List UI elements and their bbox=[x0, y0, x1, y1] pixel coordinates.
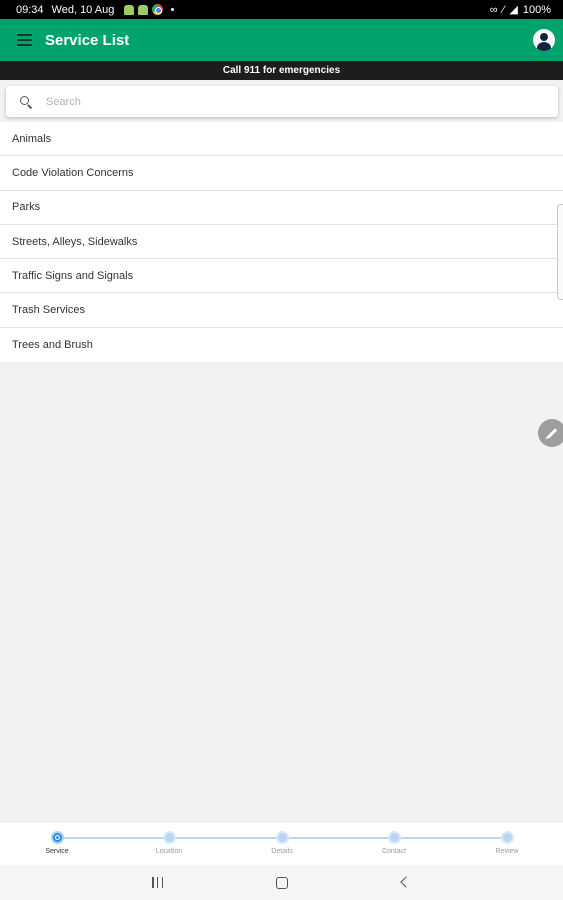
back-icon[interactable] bbox=[400, 876, 412, 888]
page-title: Service List bbox=[45, 31, 130, 49]
step-dot bbox=[387, 831, 401, 844]
app-bar: Service List bbox=[0, 19, 563, 61]
progress-stepper: Service Location Details Contact Review bbox=[0, 821, 563, 865]
step-label: Location bbox=[155, 848, 183, 855]
status-date: Wed, 10 Aug bbox=[51, 3, 115, 16]
system-nav-bar bbox=[0, 865, 563, 900]
step-label: Service bbox=[45, 848, 69, 855]
step-location[interactable]: Location bbox=[129, 831, 209, 855]
account-icon[interactable] bbox=[533, 29, 555, 51]
list-item-parks[interactable]: Parks bbox=[0, 191, 563, 225]
service-list: Animals Code Violation Concerns Parks St… bbox=[0, 122, 563, 363]
home-icon[interactable] bbox=[276, 877, 288, 889]
pencil-icon bbox=[546, 427, 558, 439]
edge-panel-handle[interactable] bbox=[557, 204, 563, 300]
chrome-notification-icon bbox=[152, 4, 164, 15]
status-time: 09:34 bbox=[16, 3, 44, 16]
step-contact[interactable]: Contact bbox=[354, 831, 434, 855]
list-item-traffic-signs-and-signals[interactable]: Traffic Signs and Signals bbox=[0, 259, 563, 294]
list-item-trash-services[interactable]: Trash Services bbox=[0, 293, 563, 328]
step-label: Details bbox=[271, 848, 293, 855]
step-details[interactable]: Details bbox=[242, 831, 322, 855]
android-notification-icon-2 bbox=[138, 4, 149, 15]
step-dot bbox=[162, 831, 176, 844]
emergency-banner: Call 911 for emergencies bbox=[0, 61, 563, 80]
menu-icon[interactable] bbox=[17, 34, 32, 46]
list-item-trees-and-brush[interactable]: Trees and Brush bbox=[0, 328, 563, 362]
link-icon: ∞ bbox=[489, 3, 498, 16]
recents-icon[interactable] bbox=[152, 877, 163, 888]
step-dot-active bbox=[50, 831, 64, 844]
android-notification-icon bbox=[124, 4, 135, 15]
list-item-streets-alleys-sidewalks[interactable]: Streets, Alleys, Sidewalks bbox=[0, 225, 563, 260]
search-input[interactable] bbox=[46, 95, 516, 108]
signal-icon: ◢ bbox=[509, 4, 518, 16]
notification-icons bbox=[124, 4, 175, 15]
search-icon bbox=[20, 95, 32, 108]
mute-icon: ⁄ bbox=[502, 3, 505, 16]
step-label: Contact bbox=[381, 848, 407, 855]
more-notifications-icon bbox=[171, 8, 175, 11]
status-bar: 09:34 Wed, 10 Aug ∞ ⁄ ◢ 100% bbox=[0, 0, 563, 19]
step-review[interactable]: Review bbox=[467, 831, 547, 855]
step-dot bbox=[500, 831, 514, 844]
edit-button[interactable] bbox=[538, 419, 563, 447]
list-item-code-violation-concerns[interactable]: Code Violation Concerns bbox=[0, 156, 563, 191]
list-item-animals[interactable]: Animals bbox=[0, 122, 563, 157]
battery-level: 100% bbox=[522, 3, 551, 16]
step-label: Review bbox=[495, 848, 519, 855]
step-dot bbox=[275, 831, 289, 844]
search-bar bbox=[6, 86, 558, 117]
system-status-icons: ∞ ⁄ ◢ 100% bbox=[489, 3, 551, 17]
step-service[interactable]: Service bbox=[17, 831, 97, 855]
